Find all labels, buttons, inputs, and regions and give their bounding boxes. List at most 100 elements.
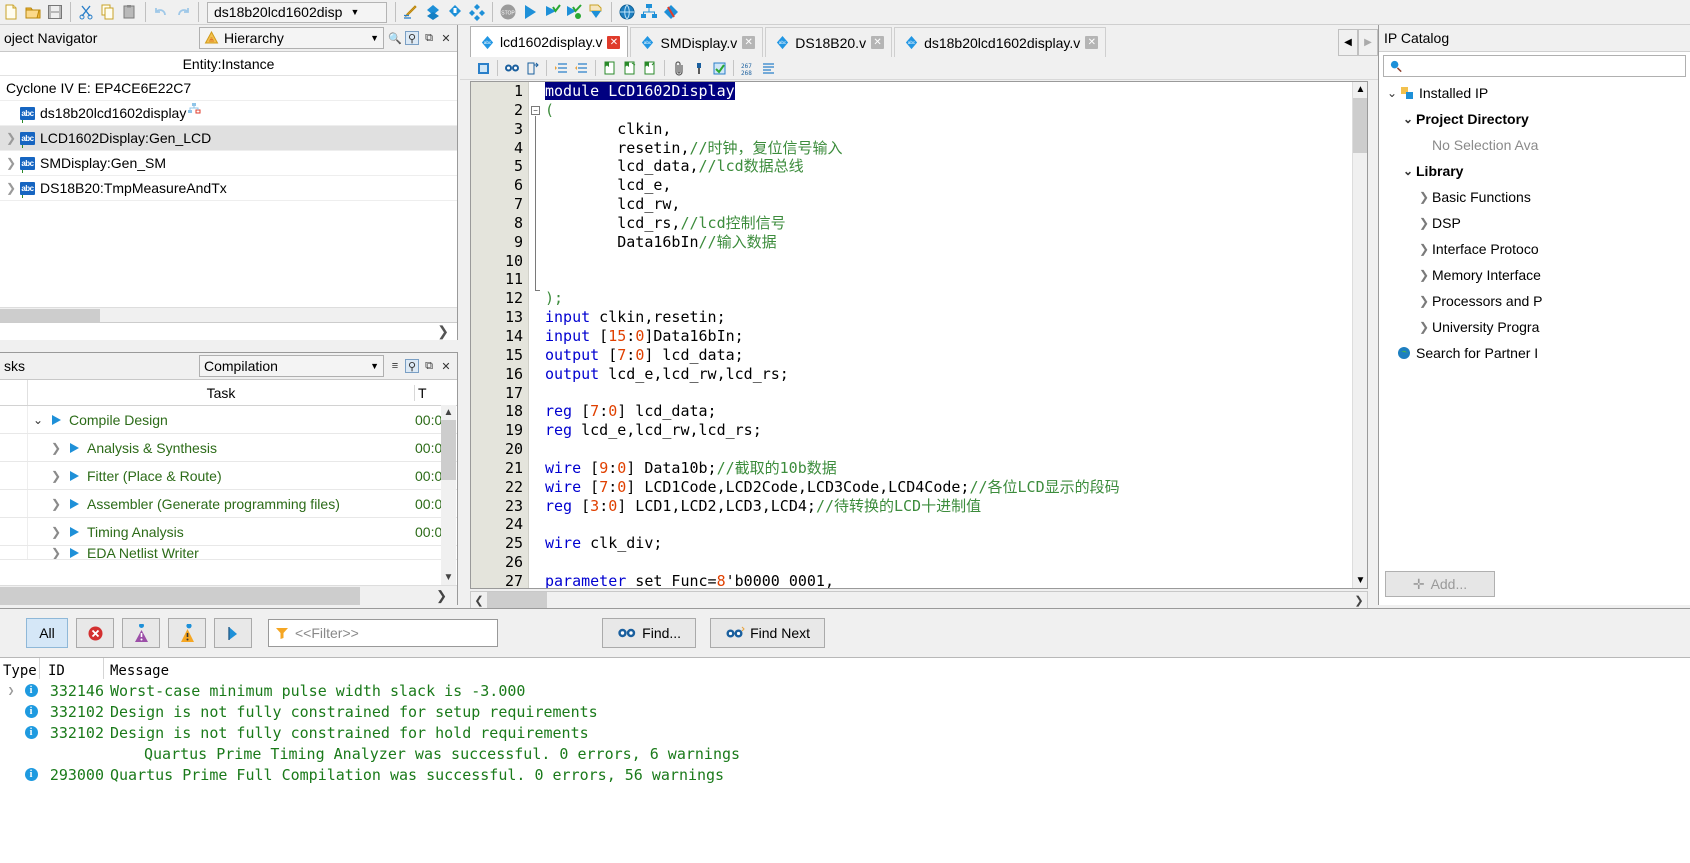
code-line[interactable]: ( xyxy=(545,101,1351,120)
code-line[interactable]: ); xyxy=(545,289,1351,308)
code-line[interactable]: clkin, xyxy=(545,120,1351,139)
ip-row-interface-protocols[interactable]: ❯ Interface Protoco xyxy=(1379,236,1690,262)
paint-icon[interactable] xyxy=(690,59,708,77)
chevron-right-icon[interactable]: ❯ xyxy=(2,131,20,145)
tree-item-ds18b20[interactable]: ❯ abc DS18B20:TmpMeasureAndTx xyxy=(0,176,457,201)
ip-row-installed-ip[interactable]: ⌄ Installed IP xyxy=(1379,80,1690,106)
filter-error-button[interactable] xyxy=(76,618,114,648)
task-row[interactable]: ❯ EDA Netlist Writer xyxy=(0,546,457,560)
ip-row-basic-functions[interactable]: ❯ Basic Functions xyxy=(1379,184,1690,210)
pin-icon[interactable]: ⚲ xyxy=(405,31,419,45)
code-line[interactable]: input clkin,resetin; xyxy=(545,308,1351,327)
message-row[interactable]: ❯ i 332146 Worst-case minimum pulse widt… xyxy=(0,680,1690,701)
compilation-blocks-icon[interactable] xyxy=(466,1,488,23)
run-task-icon[interactable] xyxy=(66,442,82,454)
chevron-right-icon[interactable]: ❯ xyxy=(2,181,20,195)
chevron-right-icon[interactable]: ❯ xyxy=(46,497,66,511)
tab-lcd1602display[interactable]: abc lcd1602display.v ✕ xyxy=(470,26,629,57)
programmer-icon[interactable] xyxy=(585,1,607,23)
scrollbar-thumb[interactable] xyxy=(0,586,360,605)
task-body[interactable]: ❯ Fitter (Place & Route) xyxy=(28,468,415,484)
scrollbar-thumb[interactable] xyxy=(0,309,100,322)
start-compilation-icon[interactable] xyxy=(519,1,541,23)
expand-icon[interactable]: ❯ xyxy=(0,684,22,697)
find-button[interactable]: Find... xyxy=(602,618,697,648)
paperclip-icon[interactable] xyxy=(670,59,688,77)
run-task-icon[interactable] xyxy=(66,526,82,538)
code-line[interactable] xyxy=(545,384,1351,403)
top-entity-row[interactable]: abc ds18b20lcd1602display xyxy=(0,101,457,126)
comment-icon[interactable] xyxy=(601,59,619,77)
outdent-icon[interactable] xyxy=(572,59,590,77)
close-icon[interactable]: ✕ xyxy=(439,31,453,45)
tab-ds18b20[interactable]: abc DS18B20.v ✕ xyxy=(765,27,893,57)
message-row[interactable]: Quartus Prime Timing Analyzer was succes… xyxy=(0,743,1690,764)
code-line[interactable]: Data16bIn//输入数据 xyxy=(545,233,1351,252)
flow-selector[interactable]: Compilation ▼ xyxy=(199,355,384,377)
code-line[interactable] xyxy=(545,440,1351,459)
code-line[interactable]: lcd_rw, xyxy=(545,195,1351,214)
tree-item-smdisplay[interactable]: ❯ abc SMDisplay:Gen_SM xyxy=(0,151,457,176)
close-icon[interactable]: ✕ xyxy=(607,35,621,49)
code-line[interactable]: resetin,//时钟，复位信号输入 xyxy=(545,139,1351,158)
find-icon[interactable] xyxy=(503,59,521,77)
bookmark-icon[interactable] xyxy=(474,59,492,77)
tasks-horizontal-scrollbar[interactable]: ❯ xyxy=(0,585,457,605)
scrollbar-thumb[interactable] xyxy=(441,420,456,480)
scroll-right-icon[interactable]: ❯ xyxy=(1351,594,1367,607)
tree-item-lcd1602display[interactable]: ❯ abc LCD1602Display:Gen_LCD xyxy=(0,126,457,151)
filter-critical-warning-button[interactable] xyxy=(122,618,160,648)
messages-col-id[interactable]: ID xyxy=(40,658,104,679)
code-line[interactable]: wire clk_div; xyxy=(545,534,1351,553)
chevron-down-icon[interactable]: ⌄ xyxy=(1400,164,1416,178)
task-body[interactable]: ❯ Assembler (Generate programming files) xyxy=(28,496,415,512)
close-icon[interactable]: ✕ xyxy=(871,36,885,49)
ip-row-university-program[interactable]: ❯ University Progra xyxy=(1379,314,1690,340)
code-line[interactable]: lcd_rs,//lcd控制信号 xyxy=(545,214,1351,233)
scroll-down-icon[interactable]: ▼ xyxy=(441,570,456,585)
pin-icon[interactable]: ⚲ xyxy=(405,359,419,373)
paste-icon[interactable] xyxy=(119,1,141,23)
uncomment-icon[interactable] xyxy=(621,59,639,77)
insert-template-icon[interactable] xyxy=(641,59,659,77)
message-row[interactable]: i 293000 Quartus Prime Full Compilation … xyxy=(0,764,1690,785)
find-next-button[interactable]: Find Next xyxy=(710,618,825,648)
chevron-right-icon[interactable]: ❯ xyxy=(1416,294,1432,308)
chevron-down-icon[interactable]: ⌄ xyxy=(1400,112,1416,126)
chevron-down-icon[interactable]: ⌄ xyxy=(1384,86,1400,100)
open-folder-icon[interactable] xyxy=(22,1,44,23)
chevron-right-icon[interactable]: ❯ xyxy=(1416,320,1432,334)
tab-ds18b20lcd1602display[interactable]: abc ds18b20lcd1602display.v ✕ xyxy=(894,27,1107,57)
scrollbar-thumb[interactable] xyxy=(487,592,547,608)
messages-col-type[interactable]: Type xyxy=(0,658,40,679)
check-syntax-icon[interactable] xyxy=(710,59,728,77)
message-row[interactable]: i 332102 Design is not fully constrained… xyxy=(0,722,1690,743)
code-line[interactable]: output [7:0] lcd_data; xyxy=(545,346,1351,365)
code-text[interactable]: module LCD1602Display( clkin, resetin,//… xyxy=(545,82,1351,588)
code-line[interactable]: module LCD1602Display xyxy=(545,82,1351,101)
tab-smdisplay[interactable]: abc SMDisplay.v ✕ xyxy=(630,27,764,57)
filter-all-button[interactable]: All xyxy=(26,618,68,648)
run-task-icon[interactable] xyxy=(48,414,64,426)
ip-row-dsp[interactable]: ❯ DSP xyxy=(1379,210,1690,236)
maximize-icon[interactable]: ⧉ xyxy=(422,31,436,45)
code-line[interactable]: input [15:0]Data16bIn; xyxy=(545,327,1351,346)
ip-row-processors[interactable]: ❯ Processors and P xyxy=(1379,288,1690,314)
code-line[interactable]: reg [7:0] lcd_data; xyxy=(545,402,1351,421)
stop-icon[interactable]: STOP xyxy=(497,1,519,23)
chevron-right-icon[interactable]: ❯ xyxy=(1416,216,1432,230)
scroll-up-icon[interactable]: ▲ xyxy=(1353,82,1367,97)
chevron-right-icon[interactable]: ❯ xyxy=(46,441,66,455)
task-row[interactable]: ❯ Fitter (Place & Route) 00:0 xyxy=(0,462,457,490)
search-icon[interactable]: 🔍 xyxy=(388,31,402,45)
chevron-down-icon[interactable]: ⌄ xyxy=(28,413,48,427)
code-editor[interactable]: 1 2 3 4 5 6 7 8 9 10 11 12 13 14 15 16 17 18 19 20 21 22 23 24 2… xyxy=(470,81,1368,589)
ip-search-input[interactable] xyxy=(1407,57,1685,75)
ip-search-box[interactable] xyxy=(1383,55,1686,77)
close-icon[interactable]: ✕ xyxy=(742,36,756,49)
task-row[interactable]: ❯ Timing Analysis 00:0 xyxy=(0,518,457,546)
task-body[interactable]: ❯ EDA Netlist Writer xyxy=(28,546,415,559)
navigator-horizontal-scrollbar[interactable] xyxy=(0,307,457,322)
task-body[interactable]: ❯ Timing Analysis xyxy=(28,524,415,540)
chevron-right-icon[interactable]: ❯ xyxy=(46,469,66,483)
